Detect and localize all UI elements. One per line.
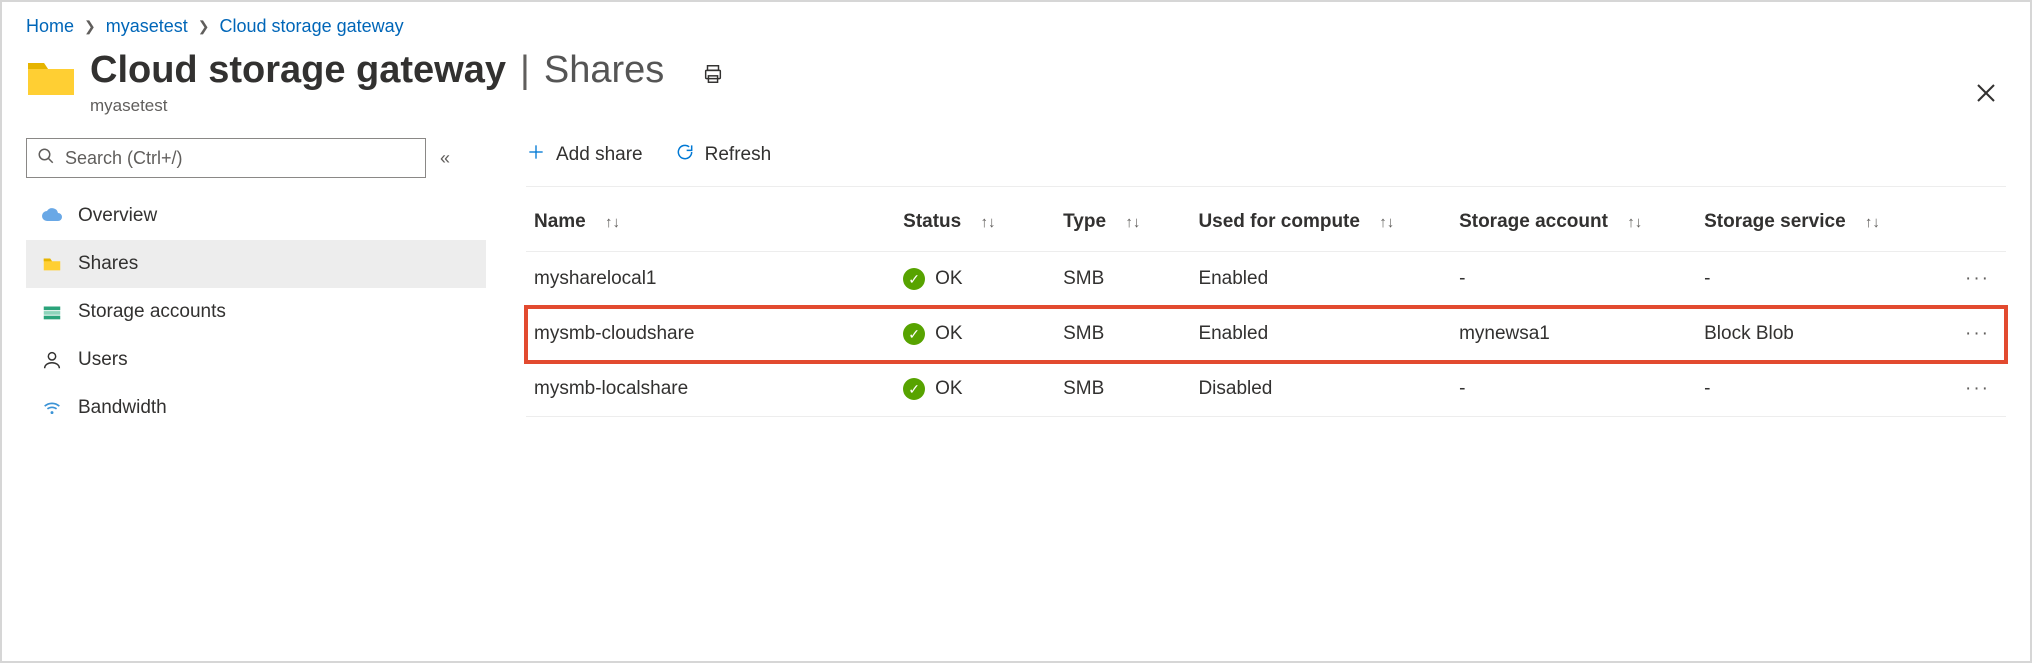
chevron-icon: ❯ xyxy=(84,18,96,35)
table-header-row: Name ↑↓ Status ↑↓ Type ↑↓ Used for com xyxy=(526,193,2006,252)
sidebar-item-label: Storage accounts xyxy=(78,301,226,323)
sidebar-item-overview[interactable]: Overview xyxy=(26,192,486,240)
sort-icon[interactable]: ↑↓ xyxy=(1125,214,1140,231)
cell-status: ✓ OK xyxy=(895,362,1055,417)
col-header-name[interactable]: Name ↑↓ xyxy=(526,193,895,252)
row-actions-button[interactable]: ··· xyxy=(1932,362,2006,417)
chevron-icon: ❯ xyxy=(198,18,210,35)
status-text: OK xyxy=(935,268,962,290)
title-separator: | xyxy=(520,49,530,92)
folder-icon xyxy=(26,55,76,97)
cell-status: ✓ OK xyxy=(895,252,1055,307)
status-text: OK xyxy=(935,323,962,345)
cell-type: SMB xyxy=(1055,307,1190,362)
main-content: Add share Refresh xyxy=(496,138,2006,432)
cell-compute: Enabled xyxy=(1190,307,1451,362)
page-header: Cloud storage gateway | Shares myasetest xyxy=(26,49,2006,116)
sidebar-item-label: Users xyxy=(78,349,128,371)
sidebar-item-storage-accounts[interactable]: Storage accounts xyxy=(26,288,486,336)
breadcrumb-section[interactable]: Cloud storage gateway xyxy=(220,16,404,37)
sidebar-item-label: Bandwidth xyxy=(78,397,167,419)
collapse-sidebar-button[interactable]: « xyxy=(440,148,450,169)
search-input[interactable] xyxy=(63,147,415,170)
breadcrumb-home[interactable]: Home xyxy=(26,16,74,37)
sidebar-nav: Overview Shares xyxy=(26,192,496,432)
row-actions-button[interactable]: ··· xyxy=(1932,307,2006,362)
refresh-icon xyxy=(675,142,695,168)
refresh-label: Refresh xyxy=(705,144,772,166)
sort-icon[interactable]: ↑↓ xyxy=(1865,214,1880,231)
close-icon xyxy=(1976,83,1996,103)
col-header-account-label: Storage account xyxy=(1459,211,1608,232)
sort-icon[interactable]: ↑↓ xyxy=(981,214,996,231)
cell-name[interactable]: mysharelocal1 xyxy=(526,252,895,307)
cloud-icon xyxy=(40,204,64,228)
cell-compute: Enabled xyxy=(1190,252,1451,307)
sidebar-item-label: Overview xyxy=(78,205,157,227)
cell-name[interactable]: mysmb-localshare xyxy=(526,362,895,417)
status-ok-icon: ✓ xyxy=(903,323,925,345)
storage-icon xyxy=(40,300,64,324)
search-box[interactable] xyxy=(26,138,426,178)
row-actions-button[interactable]: ··· xyxy=(1932,252,2006,307)
refresh-button[interactable]: Refresh xyxy=(675,142,772,168)
cell-type: SMB xyxy=(1055,362,1190,417)
table-row[interactable]: mysharelocal1✓OKSMBEnabled--··· xyxy=(526,252,2006,307)
sidebar-item-shares[interactable]: Shares xyxy=(26,240,486,288)
col-header-service-label: Storage service xyxy=(1704,211,1846,232)
sidebar-item-users[interactable]: Users xyxy=(26,336,486,384)
cell-account: - xyxy=(1451,362,1696,417)
toolbar: Add share Refresh xyxy=(526,138,2006,187)
close-button[interactable] xyxy=(1970,80,2002,108)
col-header-service[interactable]: Storage service ↑↓ xyxy=(1696,193,1932,252)
col-header-status[interactable]: Status ↑↓ xyxy=(895,193,1055,252)
cell-account: - xyxy=(1451,252,1696,307)
user-icon xyxy=(40,348,64,372)
status-ok-icon: ✓ xyxy=(903,378,925,400)
status-ok-icon: ✓ xyxy=(903,268,925,290)
table-row[interactable]: mysmb-cloudshare ✓ OK SMBEnabledmynewsa1Blo… xyxy=(526,307,2006,362)
sort-icon[interactable]: ↑↓ xyxy=(605,214,620,231)
status-text: OK xyxy=(935,378,962,400)
sidebar: « Overview xyxy=(26,138,496,432)
add-share-label: Add share xyxy=(556,144,643,166)
table-row[interactable]: mysmb-localshare✓OKSMBDisabled--··· xyxy=(526,362,2006,417)
folder-small-icon xyxy=(40,252,64,276)
cell-service: - xyxy=(1696,252,1932,307)
page-subtitle: myasetest xyxy=(90,96,724,116)
col-header-compute[interactable]: Used for compute ↑↓ xyxy=(1190,193,1451,252)
sidebar-item-label: Shares xyxy=(78,253,138,275)
add-share-button[interactable]: Add share xyxy=(526,142,643,168)
breadcrumb: Home ❯ myasetest ❯ Cloud storage gateway xyxy=(26,16,2006,37)
bandwidth-icon xyxy=(40,396,64,420)
sort-icon[interactable]: ↑↓ xyxy=(1379,214,1394,231)
col-header-type-label: Type xyxy=(1063,211,1106,232)
cell-status: ✓ OK xyxy=(895,307,1055,362)
col-header-compute-label: Used for compute xyxy=(1198,211,1360,232)
search-icon xyxy=(37,147,55,170)
cell-service: - xyxy=(1696,362,1932,417)
cell-name[interactable]: mysmb-cloudshare xyxy=(526,307,895,362)
shares-table: Name ↑↓ Status ↑↓ Type ↑↓ Used for com xyxy=(526,193,2006,417)
col-header-status-label: Status xyxy=(903,211,961,232)
page-section: Shares xyxy=(544,49,664,92)
breadcrumb-resource[interactable]: myasetest xyxy=(106,16,188,37)
col-header-name-label: Name xyxy=(534,211,586,232)
sidebar-item-bandwidth[interactable]: Bandwidth xyxy=(26,384,486,432)
plus-icon xyxy=(526,142,546,168)
col-header-account[interactable]: Storage account ↑↓ xyxy=(1451,193,1696,252)
cell-type: SMB xyxy=(1055,252,1190,307)
sort-icon[interactable]: ↑↓ xyxy=(1627,214,1642,231)
col-header-type[interactable]: Type ↑↓ xyxy=(1055,193,1190,252)
cell-service: Block Blob xyxy=(1696,307,1932,362)
cell-compute: Disabled xyxy=(1190,362,1451,417)
page-title: Cloud storage gateway xyxy=(90,50,506,92)
cell-account: mynewsa1 xyxy=(1451,307,1696,362)
print-icon[interactable] xyxy=(702,63,724,90)
